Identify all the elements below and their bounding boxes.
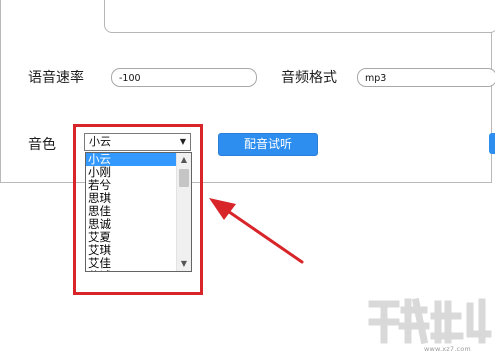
watermark-logo-icon <box>368 297 492 345</box>
watermark: www.xz7.com <box>366 296 492 353</box>
watermark-url: www.xz7.com <box>424 345 471 353</box>
arrow-head <box>209 198 236 220</box>
arrow-shaft <box>220 205 304 264</box>
